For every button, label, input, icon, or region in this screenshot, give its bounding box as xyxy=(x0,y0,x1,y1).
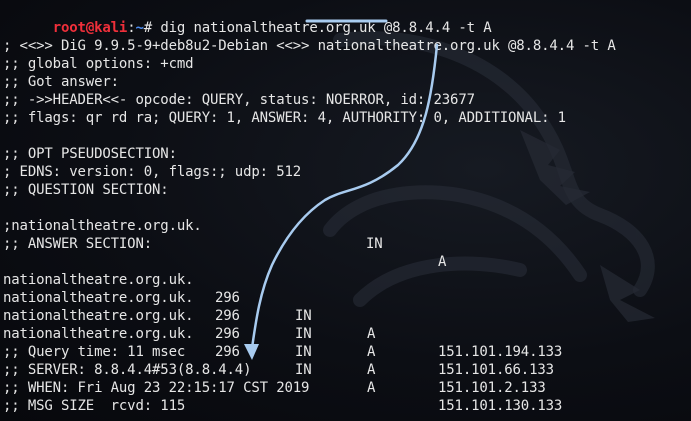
question-class: IN xyxy=(366,236,383,252)
answer-row: nationaltheatre.org.uk. 296 IN A 151.101… xyxy=(3,253,562,360)
answer-class: IN xyxy=(295,308,312,324)
answer-type: A xyxy=(367,344,376,360)
answer-row: nationaltheatre.org.uk. 296 IN A 151.101… xyxy=(3,271,554,378)
answer-section-title: ;; ANSWER SECTION: xyxy=(3,236,153,252)
answer-name: nationaltheatre.org.uk. xyxy=(3,326,194,342)
answer-ttl: 296 xyxy=(215,344,240,360)
command-line[interactable]: root@kali:~# dig nationaltheatre.org.uk … xyxy=(3,1,492,36)
global-options: ;; global options: +cmd xyxy=(3,56,194,72)
answer-address: 151.101.66.133 xyxy=(438,362,554,378)
prompt-host: kali xyxy=(94,20,128,36)
question-section-title: ;; QUESTION SECTION: xyxy=(3,182,169,198)
answer-class: IN xyxy=(295,362,312,378)
prompt-at: @ xyxy=(85,20,95,36)
answer-ttl: 296 xyxy=(215,290,240,306)
server-line: ;; SERVER: 8.8.4.4#53(8.8.4.4) xyxy=(3,362,252,378)
question-row: ;nationaltheatre.org.uk. IN A xyxy=(3,199,446,270)
terminal-window[interactable]: root@kali:~# dig nationaltheatre.org.uk … xyxy=(0,0,691,421)
msg-size-line: ;; MSG SIZE rcvd: 115 xyxy=(3,398,186,414)
answer-ttl: 296 xyxy=(215,326,240,342)
prompt-user: root xyxy=(52,20,86,36)
answer-ttl: 296 xyxy=(215,308,240,324)
question-name: ;nationaltheatre.org.uk. xyxy=(3,218,202,234)
dig-banner: ; <<>> DiG 9.9.5-9+deb8u2-Debian <<>> na… xyxy=(3,38,616,54)
answer-row: nationaltheatre.org.uk. 296 IN A 151.101… xyxy=(3,307,562,414)
edns-line: ; EDNS: version: 0, flags:; udp: 512 xyxy=(3,164,302,180)
header-line: ;; ->>HEADER<<- opcode: QUERY, status: N… xyxy=(3,92,475,108)
answer-type: A xyxy=(367,362,376,378)
prompt-symbol: # xyxy=(143,20,153,36)
answer-address: 151.101.194.133 xyxy=(438,344,563,360)
answer-class: IN xyxy=(295,344,312,360)
prompt-path: ~ xyxy=(135,20,144,36)
query-time: ;; Query time: 11 msec xyxy=(3,344,186,360)
answer-address: 151.101.130.133 xyxy=(438,398,563,414)
question-type: A xyxy=(438,254,447,270)
answer-type: A xyxy=(367,326,376,342)
answer-row: nationaltheatre.org.uk. 296 IN A 151.101… xyxy=(3,289,546,396)
answer-type: A xyxy=(367,380,376,396)
command-text[interactable]: dig nationaltheatre.org.uk @8.8.4.4 -t A xyxy=(160,20,491,36)
when-line: ;; WHEN: Fri Aug 23 22:15:17 CST 2019 xyxy=(3,380,310,396)
answer-address: 151.101.2.133 xyxy=(438,380,546,396)
opt-section-title: ;; OPT PSEUDOSECTION: xyxy=(3,146,177,162)
answer-class: IN xyxy=(295,326,312,342)
got-answer: ;; Got answer: xyxy=(3,74,119,90)
flags-line: ;; flags: qr rd ra; QUERY: 1, ANSWER: 4,… xyxy=(3,110,566,126)
prompt-colon: : xyxy=(127,20,136,36)
